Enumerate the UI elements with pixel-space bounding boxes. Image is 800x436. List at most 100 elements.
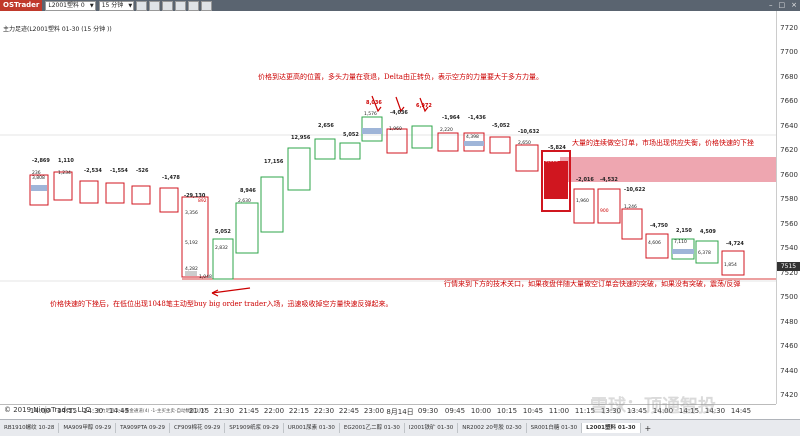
instrument-value: L2001塑料 0 <box>48 1 85 9</box>
instrument-tabs: RB1910螺纹 10-28 MA909甲醇 09-29 TA909PTA 09… <box>0 419 800 436</box>
price-axis[interactable]: 7720 7700 7680 7660 7640 7620 7600 7580 … <box>776 11 800 404</box>
toolbar-button-4[interactable] <box>175 0 187 11</box>
chart-svg <box>0 95 776 297</box>
y-tick: 7620 <box>780 146 798 154</box>
x-tick: 8月14日 <box>386 408 414 416</box>
delta-label: -4,724 <box>726 241 744 247</box>
tab-rb1910[interactable]: RB1910螺纹 10-28 <box>0 423 60 433</box>
delta-label: -1,964 <box>442 115 460 121</box>
toolbar-button-3[interactable] <box>162 0 174 11</box>
footprint-cell: 1,576 <box>364 112 377 117</box>
maximize-icon[interactable]: □ <box>779 1 786 9</box>
toolbar-button-5[interactable] <box>188 0 200 11</box>
tab-l2001[interactable]: L2001塑料 01-30 <box>582 423 641 433</box>
tab-nr2002[interactable]: NR2002 20号胶 02-30 <box>458 423 527 433</box>
watermark: 雪球：顶通智投 <box>590 396 716 417</box>
chevron-down-icon: ▼ <box>128 2 133 9</box>
x-tick: 21:45 <box>238 407 260 415</box>
x-tick: 21:15 <box>188 407 210 415</box>
x-tick: 22:45 <box>338 407 360 415</box>
y-tick: 7580 <box>780 195 798 203</box>
delta-label: -4,750 <box>650 223 668 229</box>
delta-label: -10,622 <box>624 187 646 193</box>
x-tick: 10:15 <box>496 407 518 415</box>
footprint-cell: 1,048 <box>199 275 212 280</box>
interval-select[interactable]: 15 分钟 ▼ <box>98 0 135 11</box>
interval-value: 15 分钟 <box>101 1 124 9</box>
footprint-cell: 1,246 <box>624 205 637 210</box>
footprint-cell: 892 <box>198 199 207 204</box>
footprint-cell: 6,378 <box>698 251 711 256</box>
y-tick: 7600 <box>780 171 798 179</box>
delta-label: -10,632 <box>518 129 540 135</box>
tab-cf909[interactable]: CF909棉花 09-29 <box>170 423 226 433</box>
x-tick: 09:45 <box>444 407 466 415</box>
x-tick: 09:30 <box>417 407 439 415</box>
delta-label: -1,478 <box>162 175 180 181</box>
y-tick: 7480 <box>780 318 798 326</box>
x-tick: 22:00 <box>263 407 285 415</box>
footprint-cell: 5,192 <box>185 241 198 246</box>
chevron-down-icon: ▼ <box>89 2 94 9</box>
y-tick: 7540 <box>780 244 798 252</box>
footprint-cell: 1,854 <box>724 263 737 268</box>
delta-label: 2,150 <box>676 228 692 234</box>
instrument-select[interactable]: L2001塑料 0 ▼ <box>45 0 96 11</box>
x-tick: 21:30 <box>213 407 235 415</box>
tab-eg2001[interactable]: EG2001乙二醇 01-30 <box>340 423 405 433</box>
delta-label: 1,110 <box>58 158 74 164</box>
current-price-marker: 7515 <box>777 262 800 271</box>
tab-ma909[interactable]: MA909甲醇 09-29 <box>59 423 117 433</box>
y-tick: 7720 <box>780 24 798 32</box>
delta-label: -2,016 <box>576 177 594 183</box>
x-tick: 14:15 <box>56 407 78 415</box>
annotation-right: 大量的连续做空订单，市场出现供应失衡，价格快速的下挫 <box>572 139 754 147</box>
delta-label: -5,052 <box>492 123 510 129</box>
footprint-cell: 4,606 <box>648 241 661 246</box>
footprint-cell: 1,234 <box>58 171 71 176</box>
tab-i2001[interactable]: I2001铁矿 01-30 <box>405 423 459 433</box>
y-tick: 7680 <box>780 73 798 81</box>
x-tick: 23:00 <box>363 407 385 415</box>
footprint-cell: 2,650 <box>518 141 531 146</box>
delta-label: -1,554 <box>110 168 128 174</box>
x-tick: 22:30 <box>313 407 335 415</box>
close-icon[interactable]: × <box>791 1 797 9</box>
arrow-icon <box>395 96 405 113</box>
footprint-cell: 1,960 <box>576 199 589 204</box>
y-tick: 7420 <box>780 391 798 399</box>
x-tick: 22:15 <box>288 407 310 415</box>
y-tick: 7440 <box>780 367 798 375</box>
toolbar-button-1[interactable] <box>136 0 148 11</box>
delta-label: -526 <box>136 168 149 174</box>
delta-label: 8,036 <box>366 100 382 106</box>
tab-sr001[interactable]: SR001白糖 01-30 <box>527 423 583 433</box>
x-tick: 11:00 <box>548 407 570 415</box>
y-tick: 7640 <box>780 122 798 130</box>
delta-label: -2,869 <box>32 158 50 164</box>
add-tab-icon[interactable]: + <box>641 424 656 433</box>
chart-plot-area[interactable]: 主力足迹(L2001塑料 01-30 (15 分钟 )) -2,869 1,11… <box>0 11 776 414</box>
tab-ur001[interactable]: UR001尿素 01-30 <box>284 423 340 433</box>
delta-label: 2,656 <box>318 123 334 129</box>
y-tick: 7560 <box>780 220 798 228</box>
delta-label: -5,824 <box>548 145 566 151</box>
minimize-icon[interactable]: – <box>769 1 773 9</box>
window-controls: – □ × <box>769 1 797 9</box>
footprint-cell: 3,356 <box>185 211 198 216</box>
y-tick: 7460 <box>780 342 798 350</box>
delta-label: 6,972 <box>416 103 432 109</box>
delta-label: -4,532 <box>600 177 618 183</box>
y-tick: 7500 <box>780 293 798 301</box>
x-tick: 14:00 <box>29 407 51 415</box>
footprint-cell: 2,630 <box>238 199 251 204</box>
toolbar-button-2[interactable] <box>149 0 161 11</box>
app-logo: OSTrader <box>0 0 43 11</box>
delta-label: 8,946 <box>240 188 256 194</box>
tab-ta909[interactable]: TA909PTA 09-29 <box>116 423 171 433</box>
y-tick: 7660 <box>780 97 798 105</box>
toolbar-button-6[interactable] <box>201 0 213 11</box>
delta-label: 5,052 <box>343 132 359 138</box>
delta-label: 5,052 <box>215 229 231 235</box>
tab-sp1909[interactable]: SP1909纸浆 09-29 <box>225 423 284 433</box>
